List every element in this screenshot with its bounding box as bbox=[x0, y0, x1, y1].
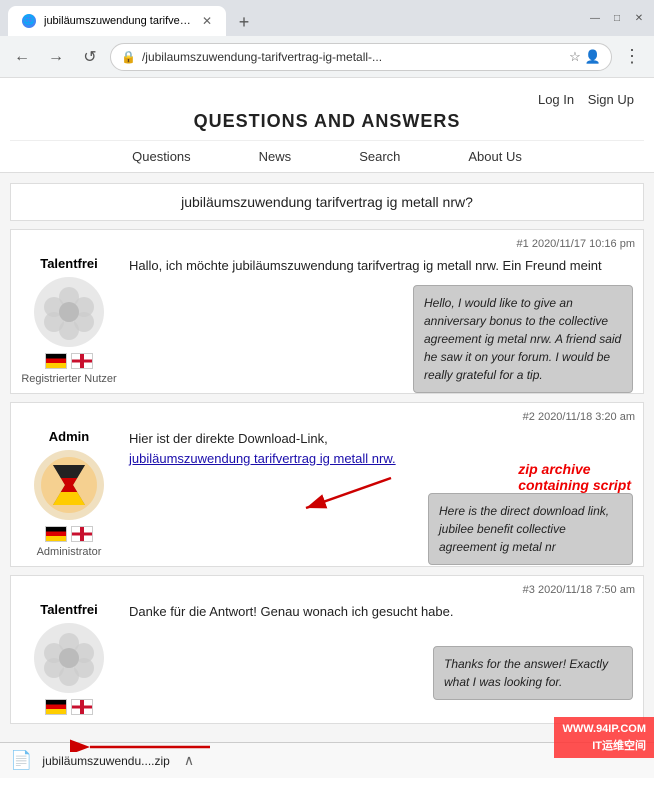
flag-uk-icon bbox=[71, 526, 93, 542]
address-bar-actions: ☆ 👤 bbox=[569, 49, 601, 65]
post-1-flags bbox=[19, 353, 119, 369]
post-3-translation: Thanks for the answer! Exactly what I wa… bbox=[433, 646, 633, 700]
post-1-avatar bbox=[34, 277, 104, 347]
auth-links: Log In Sign Up bbox=[10, 92, 644, 107]
lock-icon: 🔒 bbox=[121, 50, 136, 64]
flag-uk-icon bbox=[71, 353, 93, 369]
back-button[interactable]: ← bbox=[8, 43, 36, 71]
post-2-text-de: Hier ist der direkte Download-Link, bbox=[129, 431, 328, 446]
window-controls: — □ ✕ bbox=[588, 11, 646, 25]
forward-button[interactable]: → bbox=[42, 43, 70, 71]
post-1-meta: #1 2020/11/17 10:16 pm bbox=[19, 238, 635, 250]
post-3-datetime: 2020/11/18 7:50 am bbox=[538, 584, 635, 596]
post-1: #1 2020/11/17 10:16 pm Talentfrei bbox=[10, 229, 644, 394]
post-3-flags bbox=[19, 699, 119, 715]
new-tab-button[interactable]: + bbox=[230, 8, 258, 36]
minimize-button[interactable]: — bbox=[588, 11, 602, 25]
flag-de-icon bbox=[45, 353, 67, 369]
post-2-avatar bbox=[34, 450, 104, 520]
post-1-username: Talentfrei bbox=[19, 256, 119, 271]
post-1-translation: Hello, I would like to give an anniversa… bbox=[413, 285, 633, 393]
browser-menu-button[interactable]: ⋮ bbox=[618, 43, 646, 71]
close-button[interactable]: ✕ bbox=[632, 11, 646, 25]
post-2-link[interactable]: jubiläumszuwendung tarifvertrag ig metal… bbox=[129, 451, 396, 466]
flag-uk-icon bbox=[71, 699, 93, 715]
maximize-button[interactable]: □ bbox=[610, 11, 624, 25]
page-content: jubiläumszuwendung tarifvertrag ig metal… bbox=[0, 173, 654, 742]
tab-area: 🌐 jubiläumszuwendung tarifvertrag... ✕ + bbox=[8, 0, 258, 36]
flag-de-icon bbox=[45, 699, 67, 715]
post-2-flags bbox=[19, 526, 119, 542]
post-3-meta: #3 2020/11/18 7:50 am bbox=[19, 584, 635, 596]
post-2: #2 2020/11/18 3:20 am Admin bbox=[10, 402, 644, 567]
post-3-id: #3 bbox=[523, 584, 535, 596]
site-wrapper: Log In Sign Up QUESTIONS AND ANSWERS Que… bbox=[0, 78, 654, 742]
post-1-user: Talentfrei bbox=[19, 256, 119, 385]
post-3-text-de: Danke für die Antwort! Genau wonach ich … bbox=[129, 604, 453, 619]
nav-news[interactable]: News bbox=[255, 147, 296, 166]
browser-titlebar: 🌐 jubiläumszuwendung tarifvertrag... ✕ +… bbox=[0, 0, 654, 36]
post-1-role: Registrierter Nutzer bbox=[19, 373, 119, 385]
nav-questions[interactable]: Questions bbox=[128, 147, 195, 166]
nav-about[interactable]: About Us bbox=[464, 147, 525, 166]
watermark: WWW.94IP.COM IT运维空间 bbox=[554, 717, 654, 758]
nav-search[interactable]: Search bbox=[355, 147, 404, 166]
post-2-datetime: 2020/11/18 3:20 am bbox=[538, 411, 635, 423]
download-filename: jubiläumszuwendu....zip bbox=[42, 754, 169, 768]
bookmark-icon[interactable]: ☆ bbox=[569, 49, 581, 65]
address-bar[interactable]: 🔒 /jubilaumszuwendung-tarifvertrag-ig-me… bbox=[110, 43, 612, 71]
download-chevron-icon[interactable]: ∧ bbox=[184, 752, 194, 769]
active-tab[interactable]: 🌐 jubiläumszuwendung tarifvertrag... ✕ bbox=[8, 6, 226, 36]
tab-close-icon[interactable]: ✕ bbox=[202, 14, 212, 28]
post-1-id: #1 bbox=[517, 238, 529, 250]
post-1-datetime: 2020/11/17 10:16 pm bbox=[532, 238, 635, 250]
post-2-meta: #2 2020/11/18 3:20 am bbox=[19, 411, 635, 423]
address-url: /jubilaumszuwendung-tarifvertrag-ig-meta… bbox=[142, 50, 563, 64]
login-link[interactable]: Log In bbox=[538, 92, 574, 107]
annotation-label-2: zip archivecontaining script bbox=[518, 461, 631, 493]
post-3: #3 2020/11/18 7:50 am Talentfrei bbox=[10, 575, 644, 724]
account-icon[interactable]: 👤 bbox=[585, 49, 601, 65]
post-3-avatar bbox=[34, 623, 104, 693]
post-3-username: Talentfrei bbox=[19, 602, 119, 617]
address-bar-container: ← → ↺ 🔒 /jubilaumszuwendung-tarifvertrag… bbox=[0, 36, 654, 78]
post-2-role: Administrator bbox=[19, 546, 119, 558]
post-2-translation: Here is the direct download link, jubile… bbox=[428, 493, 633, 565]
nav-menu: Questions News Search About Us bbox=[10, 140, 644, 172]
question-title: jubiläumszuwendung tarifvertrag ig metal… bbox=[10, 183, 644, 221]
site-header: Log In Sign Up QUESTIONS AND ANSWERS Que… bbox=[0, 78, 654, 173]
download-file-icon: 📄 bbox=[10, 750, 32, 771]
watermark-line1: WWW.94IP.COM bbox=[562, 721, 646, 738]
watermark-line2: IT运维空间 bbox=[562, 738, 646, 755]
signup-link[interactable]: Sign Up bbox=[588, 92, 634, 107]
tab-favicon-icon: 🌐 bbox=[22, 14, 36, 28]
post-3-user: Talentfrei bbox=[19, 602, 119, 715]
refresh-button[interactable]: ↺ bbox=[76, 43, 104, 71]
post-2-username: Admin bbox=[19, 429, 119, 444]
tab-title: jubiläumszuwendung tarifvertrag... bbox=[44, 15, 194, 27]
flag-de-icon bbox=[45, 526, 67, 542]
post-2-id: #2 bbox=[523, 411, 535, 423]
post-2-user: Admin bbox=[19, 429, 119, 558]
download-bar: 📄 jubiläumszuwendu....zip ∧ WWW.94IP.COM… bbox=[0, 742, 654, 778]
post-1-text-de: Hallo, ich möchte jubiläumszuwendung tar… bbox=[129, 258, 602, 273]
site-title: QUESTIONS AND ANSWERS bbox=[10, 111, 644, 132]
